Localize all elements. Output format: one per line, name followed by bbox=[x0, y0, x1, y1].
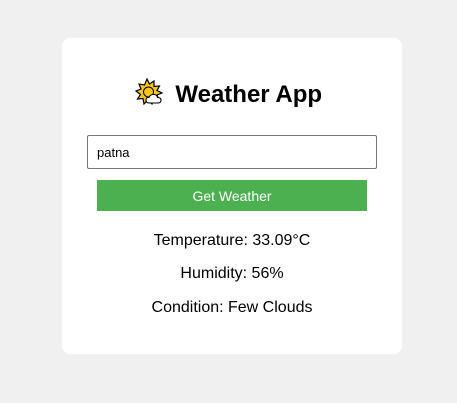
get-weather-button[interactable]: Get Weather bbox=[97, 180, 367, 211]
app-header: Weather App bbox=[0, 77, 457, 110]
condition-text: Condition: Few Clouds bbox=[151, 299, 313, 316]
app-title: Weather App bbox=[175, 81, 323, 108]
humidity-text: Humidity: 56% bbox=[180, 265, 284, 282]
city-input[interactable] bbox=[87, 135, 377, 169]
temperature-text: Temperature: 33.09°C bbox=[153, 232, 311, 249]
sun-behind-cloud-icon bbox=[134, 77, 165, 108]
